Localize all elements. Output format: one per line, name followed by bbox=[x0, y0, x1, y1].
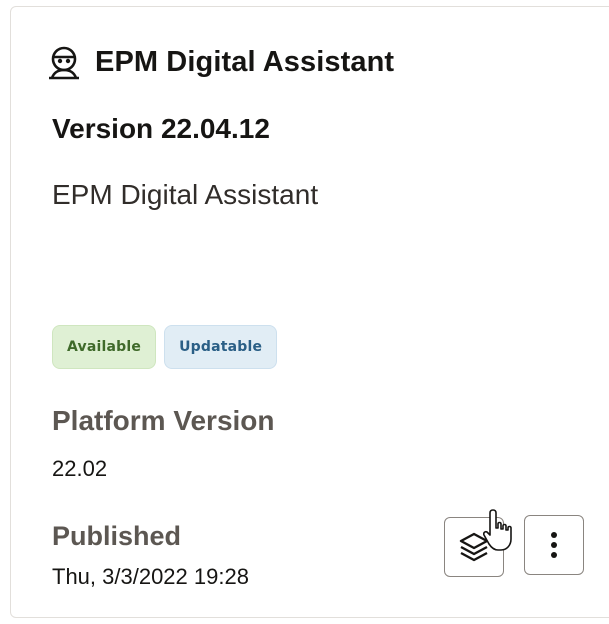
status-badges: Available Updatable bbox=[52, 325, 278, 369]
version-label: Version 22.04.12 bbox=[52, 113, 270, 144]
platform-version-label: Platform Version bbox=[52, 405, 275, 436]
card-header: EPM Digital Assistant bbox=[45, 43, 394, 81]
published-label: Published bbox=[52, 521, 182, 551]
digital-assistant-bot-icon bbox=[49, 46, 79, 80]
published-value: Thu, 3/3/2022 19:28 bbox=[52, 564, 249, 589]
more-actions-button[interactable] bbox=[524, 515, 584, 575]
status-badge-available: Available bbox=[52, 325, 157, 369]
status-badge-updatable: Updatable bbox=[164, 325, 278, 369]
skill-card[interactable]: EPM Digital Assistant Version 22.04.12 E… bbox=[10, 6, 609, 618]
more-vertical-icon bbox=[551, 532, 557, 558]
card-title: EPM Digital Assistant bbox=[95, 45, 395, 78]
card-description: EPM Digital Assistant bbox=[52, 179, 319, 210]
mouse-cursor-icon bbox=[483, 509, 512, 551]
platform-version-value: 22.02 bbox=[52, 456, 108, 481]
